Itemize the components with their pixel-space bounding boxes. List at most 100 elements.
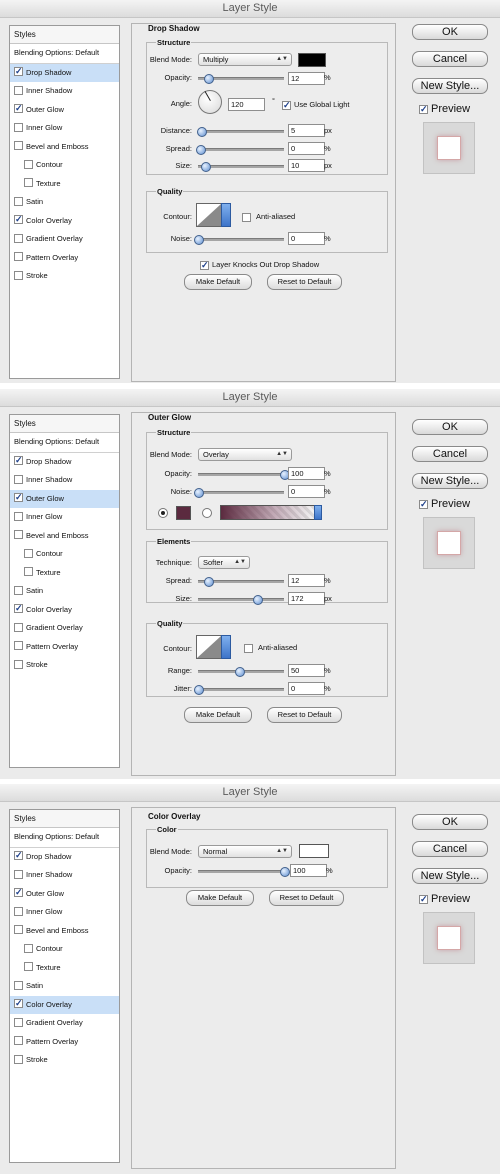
slider-thumb[interactable] xyxy=(280,867,290,877)
anti-aliased-checkbox[interactable] xyxy=(244,644,253,653)
style-item-pattern-overlay[interactable]: Pattern Overlay xyxy=(10,638,119,657)
style-checkbox[interactable] xyxy=(14,511,23,521)
slider-thumb[interactable] xyxy=(194,685,204,695)
angle-input[interactable]: 120 xyxy=(228,98,265,111)
preview-checkbox[interactable]: ✓ xyxy=(419,895,428,904)
blend-mode-select[interactable]: Overlay ▲▼ xyxy=(198,448,292,461)
preview-checkbox[interactable]: ✓ xyxy=(419,500,428,509)
style-item-gradient-overlay[interactable]: Gradient Overlay xyxy=(10,230,119,249)
style-item-blending-options-default[interactable]: Blending Options: Default xyxy=(10,44,119,64)
blend-mode-select[interactable]: Multiply ▲▼ xyxy=(198,53,292,66)
style-checkbox[interactable]: ✓ xyxy=(14,67,23,77)
reset-to-default-button[interactable]: Reset to Default xyxy=(269,890,344,906)
size-slider[interactable] xyxy=(198,162,284,172)
new-style-button[interactable]: New Style... xyxy=(412,78,488,94)
style-item-blending-options-default[interactable]: Blending Options: Default xyxy=(10,828,119,848)
style-checkbox[interactable] xyxy=(14,1017,23,1027)
cancel-button[interactable]: Cancel xyxy=(412,51,488,67)
style-checkbox[interactable] xyxy=(24,567,33,577)
reset-to-default-button[interactable]: Reset to Default xyxy=(267,274,342,290)
ok-button[interactable]: OK xyxy=(412,419,488,435)
range-input[interactable]: 50 xyxy=(288,664,325,677)
style-checkbox[interactable] xyxy=(14,474,23,484)
style-checkbox[interactable]: ✓ xyxy=(14,888,23,898)
styles-header[interactable]: Styles xyxy=(10,26,119,44)
angle-dial[interactable] xyxy=(198,90,222,114)
size-input[interactable]: 10 xyxy=(288,159,325,172)
distance-input[interactable]: 5 xyxy=(288,124,325,137)
anti-aliased-checkbox[interactable] xyxy=(242,213,251,222)
style-checkbox[interactable]: ✓ xyxy=(14,104,23,114)
knockout-checkbox[interactable]: ✓ xyxy=(200,261,209,270)
style-checkbox[interactable] xyxy=(14,869,23,879)
preview-checkbox[interactable]: ✓ xyxy=(419,105,428,114)
reset-to-default-button[interactable]: Reset to Default xyxy=(267,707,342,723)
opacity-slider[interactable] xyxy=(198,74,284,84)
slider-thumb[interactable] xyxy=(194,235,204,245)
contour-dropdown-arrow-icon[interactable] xyxy=(221,635,231,659)
spread-input[interactable]: 0 xyxy=(288,142,325,155)
size-slider[interactable] xyxy=(198,595,284,605)
style-checkbox[interactable] xyxy=(14,925,23,935)
style-item-color-overlay[interactable]: ✓ Color Overlay xyxy=(10,601,119,620)
overlay-color-swatch[interactable] xyxy=(299,844,329,858)
opacity-input[interactable]: 12 xyxy=(288,72,325,85)
style-checkbox[interactable] xyxy=(14,641,23,651)
style-item-contour[interactable]: Contour xyxy=(10,940,119,959)
slider-thumb[interactable] xyxy=(200,162,211,172)
style-item-inner-glow[interactable]: Inner Glow xyxy=(10,508,119,527)
contour-dropdown-arrow-icon[interactable] xyxy=(221,203,231,227)
spread-input[interactable]: 12 xyxy=(288,574,325,587)
style-item-pattern-overlay[interactable]: Pattern Overlay xyxy=(10,1033,119,1052)
style-checkbox[interactable] xyxy=(14,196,23,206)
slider-thumb[interactable] xyxy=(195,145,206,155)
style-item-drop-shadow[interactable]: ✓ Drop Shadow xyxy=(10,63,119,82)
style-checkbox[interactable] xyxy=(14,980,23,990)
style-item-gradient-overlay[interactable]: Gradient Overlay xyxy=(10,1014,119,1033)
styles-header[interactable]: Styles xyxy=(10,810,119,828)
solid-color-radio[interactable] xyxy=(158,508,168,518)
glow-color-swatch[interactable] xyxy=(176,506,191,520)
style-checkbox[interactable]: ✓ xyxy=(14,604,23,614)
style-item-blending-options-default[interactable]: Blending Options: Default xyxy=(10,433,119,453)
style-checkbox[interactable] xyxy=(14,1054,23,1064)
make-default-button[interactable]: Make Default xyxy=(186,890,254,906)
new-style-button[interactable]: New Style... xyxy=(412,473,488,489)
style-item-stroke[interactable]: Stroke xyxy=(10,1051,119,1070)
size-input[interactable]: 172 xyxy=(288,592,325,605)
style-checkbox[interactable]: ✓ xyxy=(14,456,23,466)
style-checkbox[interactable] xyxy=(14,122,23,132)
noise-slider[interactable] xyxy=(194,488,284,498)
style-item-bevel-and-emboss[interactable]: Bevel and Emboss xyxy=(10,138,119,157)
cancel-button[interactable]: Cancel xyxy=(412,841,488,857)
style-checkbox[interactable] xyxy=(14,85,23,95)
style-item-inner-glow[interactable]: Inner Glow xyxy=(10,119,119,138)
slider-thumb[interactable] xyxy=(194,488,204,498)
spread-slider[interactable] xyxy=(198,577,284,587)
style-item-contour[interactable]: Contour xyxy=(10,545,119,564)
style-checkbox[interactable] xyxy=(24,962,33,972)
style-item-gradient-overlay[interactable]: Gradient Overlay xyxy=(10,619,119,638)
opacity-input[interactable]: 100 xyxy=(288,467,325,480)
glow-gradient-picker[interactable] xyxy=(220,505,316,520)
style-item-outer-glow[interactable]: ✓ Outer Glow xyxy=(10,489,119,508)
cancel-button[interactable]: Cancel xyxy=(412,446,488,462)
opacity-slider[interactable] xyxy=(198,867,290,877)
style-item-drop-shadow[interactable]: ✓ Drop Shadow xyxy=(10,848,119,867)
style-checkbox[interactable] xyxy=(14,252,23,262)
style-item-stroke[interactable]: Stroke xyxy=(10,267,119,286)
style-checkbox[interactable] xyxy=(14,659,23,669)
style-item-texture[interactable]: Texture xyxy=(10,564,119,583)
style-checkbox[interactable] xyxy=(14,622,23,632)
style-checkbox[interactable] xyxy=(14,1036,23,1046)
spread-slider[interactable] xyxy=(195,145,284,155)
style-item-texture[interactable]: Texture xyxy=(10,959,119,978)
style-item-inner-shadow[interactable]: Inner Shadow xyxy=(10,82,119,101)
jitter-slider[interactable] xyxy=(194,685,284,695)
style-item-stroke[interactable]: Stroke xyxy=(10,656,119,675)
style-checkbox[interactable] xyxy=(14,530,23,540)
style-item-outer-glow[interactable]: ✓ Outer Glow xyxy=(10,101,119,120)
style-item-bevel-and-emboss[interactable]: Bevel and Emboss xyxy=(10,922,119,941)
gradient-radio[interactable] xyxy=(202,508,212,518)
gradient-dropdown-arrow-icon[interactable] xyxy=(314,505,322,520)
